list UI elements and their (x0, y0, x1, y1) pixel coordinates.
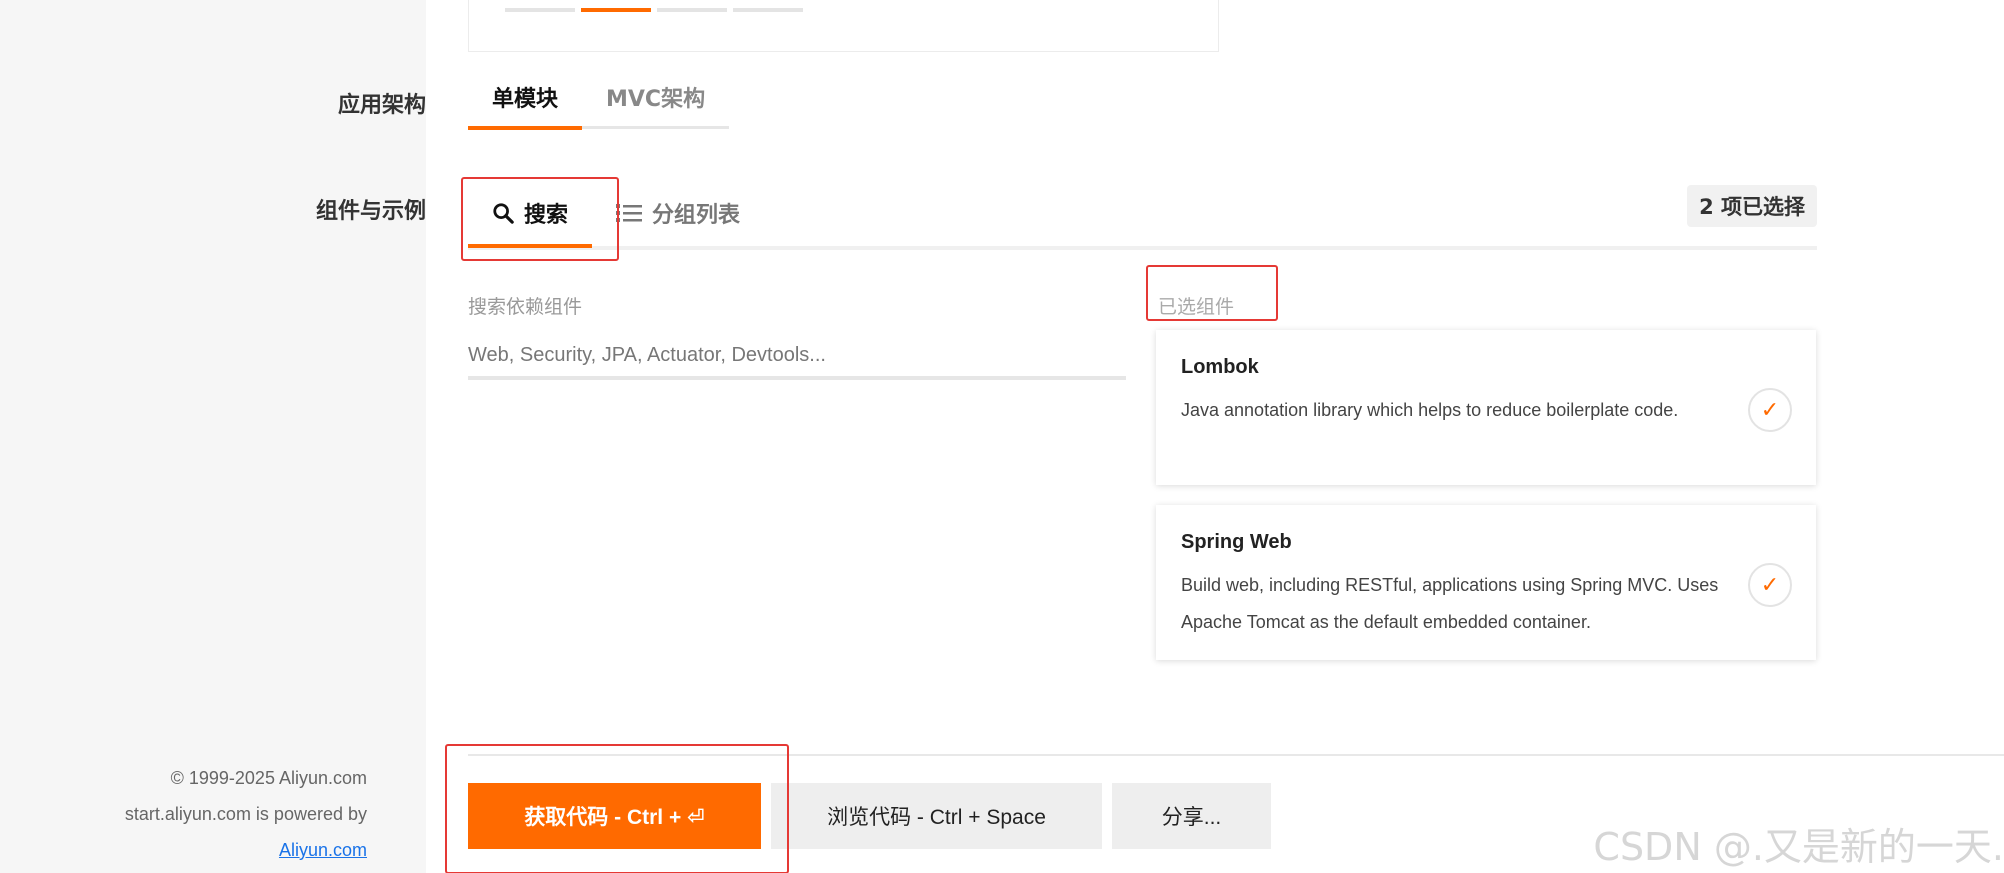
dependency-name: Lombok (1181, 356, 1259, 378)
page: 应用架构 组件与示例 © 1999-2025 Aliyun.com start.… (0, 0, 2004, 873)
search-input[interactable] (468, 334, 1126, 380)
dependency-card-lombok: Lombok Java annotation library which hel… (1156, 330, 1816, 485)
footer-copyright: © 1999-2025 Aliyun.com (170, 768, 367, 788)
selected-count-badge: 2 项已选择 (1687, 185, 1817, 227)
dependency-card-spring-web: Spring Web Build web, including RESTful,… (1156, 505, 1816, 660)
search-icon (493, 203, 514, 224)
carousel-dot[interactable] (505, 8, 575, 12)
footer-powered: start.aliyun.com is powered by (124, 804, 367, 824)
tab-group-list[interactable]: 分组列表 (616, 180, 740, 246)
dependency-name: Spring Web (1181, 531, 1292, 553)
architecture-label: 应用架构 (337, 93, 426, 118)
dependency-description: Build web, including RESTful, applicatio… (1181, 575, 1719, 632)
search-label: 搜索依赖组件 (468, 296, 583, 318)
component-tabs: 搜索 分组列表 2 项已选择 (468, 180, 1817, 250)
watermark: CSDN @.又是新的一天. (1593, 825, 2004, 869)
remove-check-icon[interactable]: ✓ (1748, 563, 1792, 607)
carousel-dot-active[interactable] (581, 8, 651, 12)
get-code-button[interactable]: 获取代码 - Ctrl + ⏎ (468, 783, 761, 849)
list-icon (616, 204, 642, 222)
selected-label: 已选组件 (1158, 296, 1235, 318)
carousel-dot[interactable] (657, 8, 727, 12)
action-bar-divider (468, 754, 2004, 756)
remove-check-icon[interactable]: ✓ (1748, 388, 1792, 432)
footer-link[interactable]: Aliyun.com (279, 840, 367, 860)
carousel-dot[interactable] (733, 8, 803, 12)
tab-search[interactable]: 搜索 (468, 180, 592, 248)
tab-group-list-label: 分组列表 (652, 203, 741, 228)
share-button[interactable]: 分享... (1112, 783, 1271, 849)
tab-mvc[interactable]: MVC架构 (582, 78, 730, 129)
left-panel: 应用架构 组件与示例 © 1999-2025 Aliyun.com start.… (0, 0, 426, 873)
architecture-tabs: 单模块 MVC架构 (468, 78, 730, 130)
dependency-description: Java annotation library which helps to r… (1181, 400, 1679, 420)
components-label: 组件与示例 (315, 199, 426, 224)
project-card (468, 0, 1219, 52)
tab-single-module[interactable]: 单模块 (468, 78, 583, 130)
browse-code-button[interactable]: 浏览代码 - Ctrl + Space (771, 783, 1102, 849)
tab-search-label: 搜索 (523, 203, 568, 228)
carousel-dots (505, 8, 803, 12)
